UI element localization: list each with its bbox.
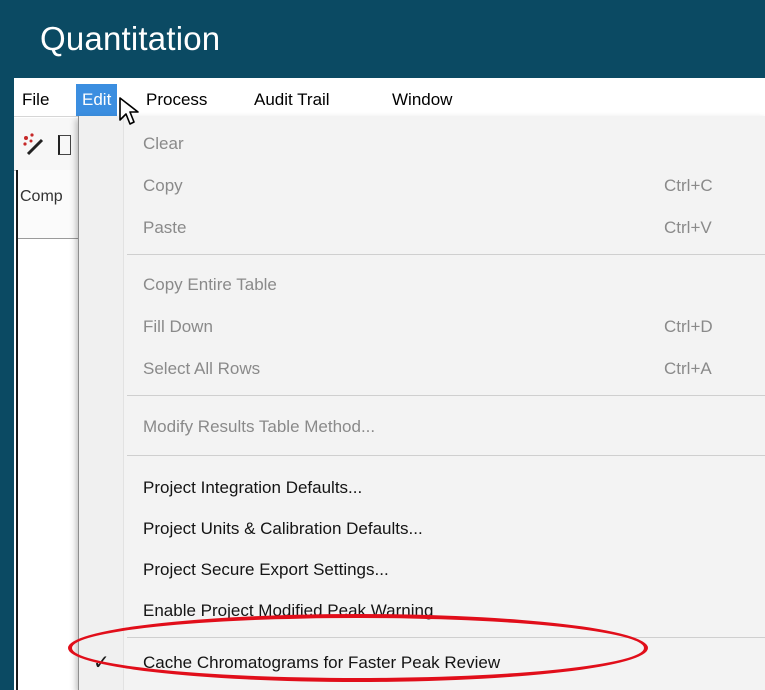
menu-item-copy-entire-table[interactable]: Copy Entire Table — [79, 265, 765, 305]
menu-item-label: Clear — [143, 134, 184, 153]
menu-audit-trail[interactable]: Audit Trail — [248, 84, 336, 116]
menu-file[interactable]: File — [16, 84, 55, 116]
menu-item-copy[interactable]: Copy Ctrl+C — [79, 166, 765, 206]
menu-item-label: Modify Results Table Method... — [143, 417, 376, 436]
menu-item-project-units-calibration-defaults[interactable]: Project Units & Calibration Defaults... — [79, 509, 765, 549]
menu-item-label: Copy Entire Table — [143, 275, 277, 294]
annotation-highlight-ellipse — [68, 614, 648, 682]
menu-separator — [127, 254, 765, 255]
menu-item-project-secure-export-settings[interactable]: Project Secure Export Settings... — [79, 550, 765, 590]
toolbar-partial-icon[interactable] — [58, 135, 71, 155]
menu-item-project-integration-defaults[interactable]: Project Integration Defaults... — [79, 468, 765, 508]
menu-item-shortcut: Ctrl+V — [664, 218, 712, 237]
menu-separator — [127, 455, 765, 456]
menu-item-select-all-rows[interactable]: Select All Rows Ctrl+A — [79, 349, 765, 389]
menu-item-label: Project Integration Defaults... — [143, 478, 363, 497]
window-left-edge — [0, 78, 14, 690]
menu-item-fill-down[interactable]: Fill Down Ctrl+D — [79, 307, 765, 347]
menu-item-paste[interactable]: Paste Ctrl+V — [79, 208, 765, 248]
menu-item-modify-results-table-method[interactable]: Modify Results Table Method... — [79, 407, 765, 447]
menu-edit[interactable]: Edit — [76, 84, 118, 116]
menu-item-label: Select All Rows — [143, 359, 261, 378]
mouse-pointer-icon — [119, 97, 139, 125]
edit-menu-dropdown: Clear Copy Ctrl+C Paste Ctrl+V Copy Enti… — [78, 116, 765, 690]
wand-icon[interactable] — [22, 132, 48, 158]
menu-item-clear[interactable]: Clear — [79, 124, 765, 164]
menu-item-label: Project Units & Calibration Defaults... — [143, 519, 423, 538]
panel-header-label: Comp — [20, 188, 63, 205]
menu-item-label: Project Secure Export Settings... — [143, 560, 389, 579]
menu-item-label: Paste — [143, 218, 187, 237]
menu-item-shortcut: Ctrl+D — [664, 317, 713, 336]
title-bar: Quantitation — [0, 0, 765, 78]
window-title: Quantitation — [40, 20, 221, 57]
menu-item-label: Copy — [143, 176, 183, 195]
menu-window[interactable]: Window — [386, 84, 458, 116]
menu-item-shortcut: Ctrl+C — [664, 176, 713, 195]
menu-item-shortcut: Ctrl+A — [664, 359, 712, 378]
menu-separator — [127, 395, 765, 396]
menu-process[interactable]: Process — [140, 84, 213, 116]
menu-item-label: Fill Down — [143, 317, 213, 336]
